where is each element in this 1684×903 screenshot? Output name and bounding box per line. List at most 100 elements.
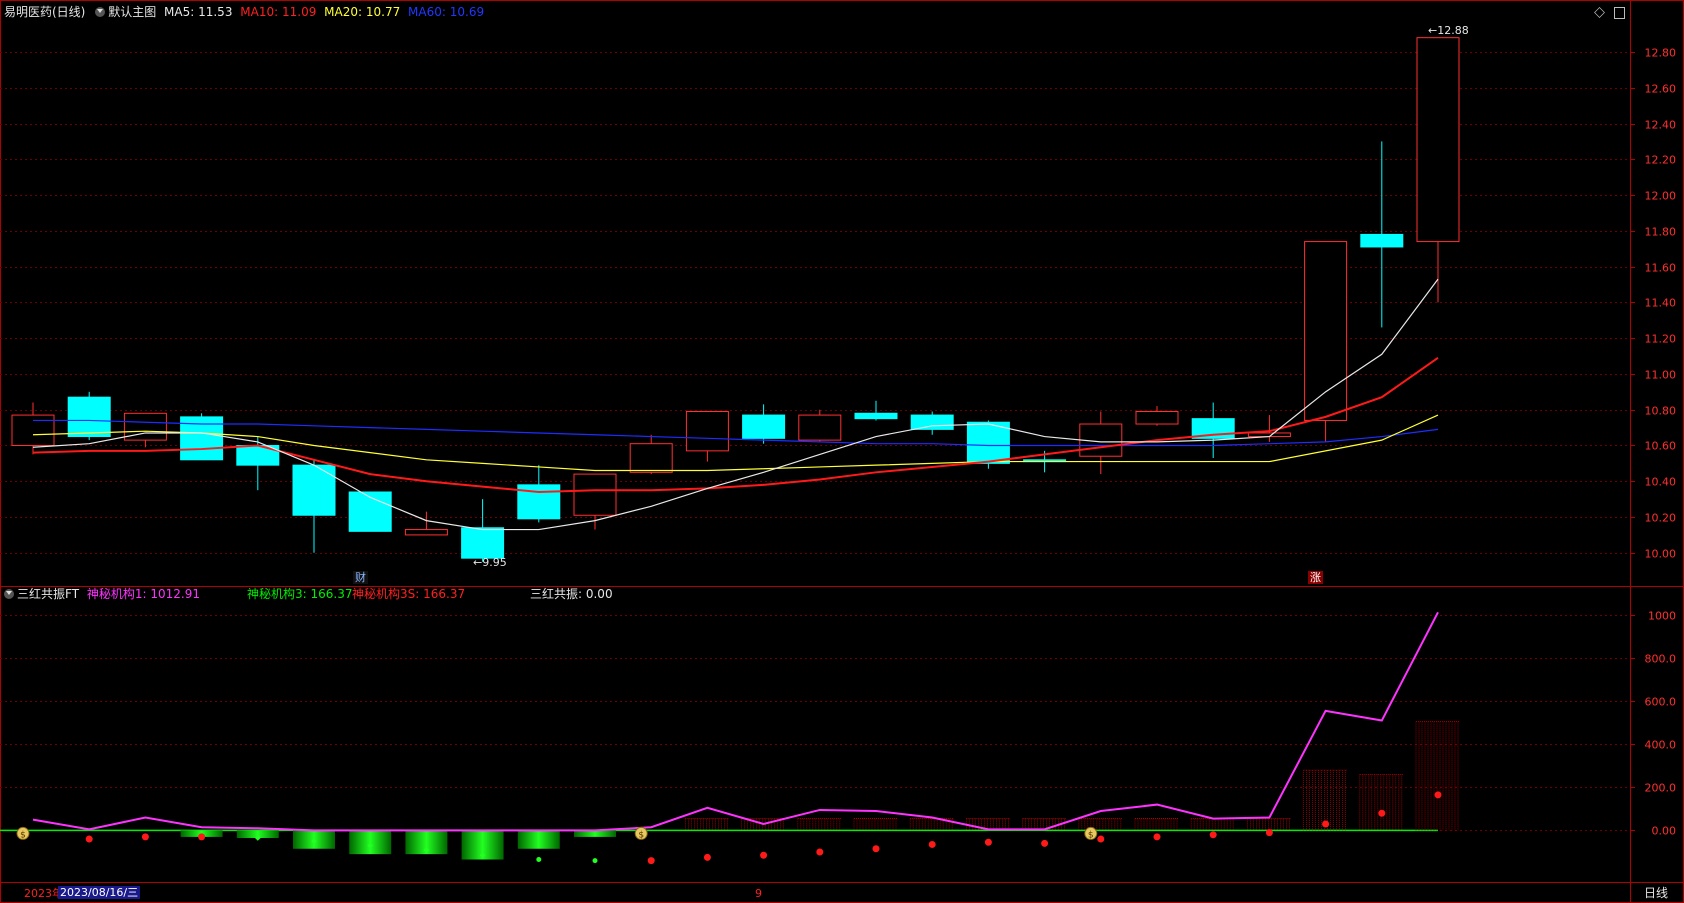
indicator-axis: 1000 800.0 600.0 400.0 200.0 0.00 — [1630, 610, 1676, 838]
limit-up-marker[interactable]: 涨 — [1308, 571, 1323, 584]
period-label[interactable]: 日线 — [1642, 887, 1670, 900]
signal-dot — [592, 858, 598, 864]
price-tick-label: 12.20 — [1645, 154, 1677, 167]
candle — [573, 473, 617, 530]
signal-dot — [1097, 835, 1105, 843]
signal-dot — [1322, 820, 1330, 828]
stock-title[interactable]: 易明医药(日线) — [4, 5, 85, 19]
candle — [1360, 141, 1404, 328]
signal-dot — [1209, 831, 1217, 839]
price-tick-label: 12.40 — [1645, 119, 1677, 132]
candle — [123, 412, 167, 448]
candle-body — [629, 443, 673, 473]
signal-dot — [647, 857, 655, 865]
price-tick-label: 10.40 — [1645, 476, 1677, 489]
restore-window-icon[interactable] — [1614, 7, 1625, 19]
price-tick-label: 10.00 — [1645, 548, 1677, 561]
finance-marker[interactable]: 财 — [353, 571, 368, 584]
candle — [798, 409, 842, 442]
main-plot[interactable] — [11, 37, 1460, 562]
svg-text:$: $ — [638, 830, 644, 840]
candle — [910, 411, 954, 435]
indicator-tick-label: 0.00 — [1652, 825, 1677, 838]
candle-body — [1360, 233, 1404, 248]
cursor-date-label: 2023/08/16/三 — [58, 886, 141, 899]
candle-body — [854, 412, 898, 420]
sub-indicator-selector[interactable]: 三红共振FT — [4, 587, 79, 601]
indicator-tick-label: 400.0 — [1645, 739, 1677, 752]
red-volume-bar — [1359, 774, 1404, 831]
main-header: 易明医药(日线) 默认主图 MA5: 11.53 MA10: 11.09 MA2… — [4, 5, 484, 19]
green-volume-bar — [349, 830, 392, 855]
signal-dot — [928, 840, 936, 848]
signal-dot — [984, 838, 992, 846]
chart-canvas[interactable]: $ $ $ 12.8012.6012.4012.2012.0011.8011.601… — [0, 0, 1684, 903]
price-tick-label: 10.20 — [1645, 512, 1677, 525]
svg-text:$: $ — [1088, 830, 1094, 840]
candle — [461, 499, 505, 562]
price-axis: 12.80 12.60 12.40 12.20 12.00 11.80 11.60 11.40… — [1630, 47, 1676, 561]
month-mark: 9 — [755, 887, 762, 900]
signal-dot — [816, 848, 824, 856]
dropdown-icon — [95, 7, 106, 17]
price-tick-label: 11.20 — [1645, 333, 1677, 346]
candle — [517, 465, 561, 523]
main-indicator-selector[interactable]: 默认主图 — [95, 5, 156, 19]
sub-plot[interactable]: $ $ $ — [0, 611, 1460, 865]
stock-chart-window: $ $ $ 12.80 12.60 12.40 12.20 12.00 11.80 11.60 1… — [0, 0, 1684, 903]
signal-dot — [85, 835, 93, 843]
candle-body — [798, 414, 842, 441]
line3-value: 神秘机构3: 166.37 — [247, 587, 353, 601]
indicator-tick-label: 800.0 — [1645, 653, 1677, 666]
candle-body — [685, 411, 729, 452]
sub-indicator-name: 三红共振FT — [17, 587, 80, 601]
price-tick-label: 12.80 — [1645, 47, 1677, 60]
resonance-value: 三红共振: 0.00 — [530, 587, 613, 601]
ma60-value: MA60: 10.69 — [408, 5, 485, 19]
line1-value: 神秘机构1: 1012.91 — [86, 587, 200, 601]
candle-body — [1135, 411, 1179, 425]
red-volume-bar — [797, 818, 842, 831]
red-volume-bar — [853, 818, 898, 831]
ma20-value: MA20: 10.77 — [324, 5, 401, 19]
signal-dot — [1265, 829, 1273, 837]
sub-header: 三红共振FT 神秘机构1: 1012.91 — [4, 587, 200, 601]
price-tick-label: 11.40 — [1645, 297, 1677, 310]
sub-grid — [0, 615, 1630, 831]
ma5-value: MA5: 11.53 — [164, 5, 233, 19]
candle-body — [404, 529, 448, 536]
signal-dot — [703, 853, 711, 861]
svg-text:$: $ — [20, 830, 26, 840]
signal-dot — [1041, 839, 1049, 847]
green-volume-bar — [517, 830, 560, 849]
candle — [180, 413, 224, 461]
candle-body — [573, 473, 617, 516]
money-bag-icon: $ — [1084, 826, 1098, 840]
dropdown-icon — [4, 589, 14, 599]
signal-dot — [198, 833, 206, 841]
signal-dot — [1378, 809, 1386, 817]
main-grid — [0, 52, 1630, 554]
high-price-label: ←12.88 — [1428, 24, 1469, 37]
signal-dot — [1153, 833, 1161, 841]
candle — [1079, 411, 1123, 475]
price-tick-label: 11.60 — [1645, 262, 1677, 275]
price-tick-label: 12.60 — [1645, 83, 1677, 96]
price-tick-label: 12.00 — [1645, 190, 1677, 203]
candle-body — [910, 414, 954, 430]
indicator-tick-label: 1000 — [1648, 610, 1676, 623]
candle-body — [966, 421, 1010, 464]
candle — [685, 411, 729, 462]
candle-body — [742, 414, 786, 439]
signal-dot — [1434, 791, 1442, 799]
ma5-line — [32, 278, 1439, 531]
red-volume-bar — [1190, 818, 1236, 831]
red-volume-bar — [685, 818, 730, 831]
signal-dot — [536, 857, 542, 863]
line3s-value: 神秘机构3S: 166.37 — [352, 587, 466, 601]
main-indicator-name: 默认主图 — [108, 5, 157, 19]
candle-body — [1304, 241, 1348, 421]
candle-body — [67, 396, 111, 438]
low-price-label: ←9.95 — [473, 556, 507, 569]
indicator-tick-label: 200.0 — [1645, 782, 1677, 795]
